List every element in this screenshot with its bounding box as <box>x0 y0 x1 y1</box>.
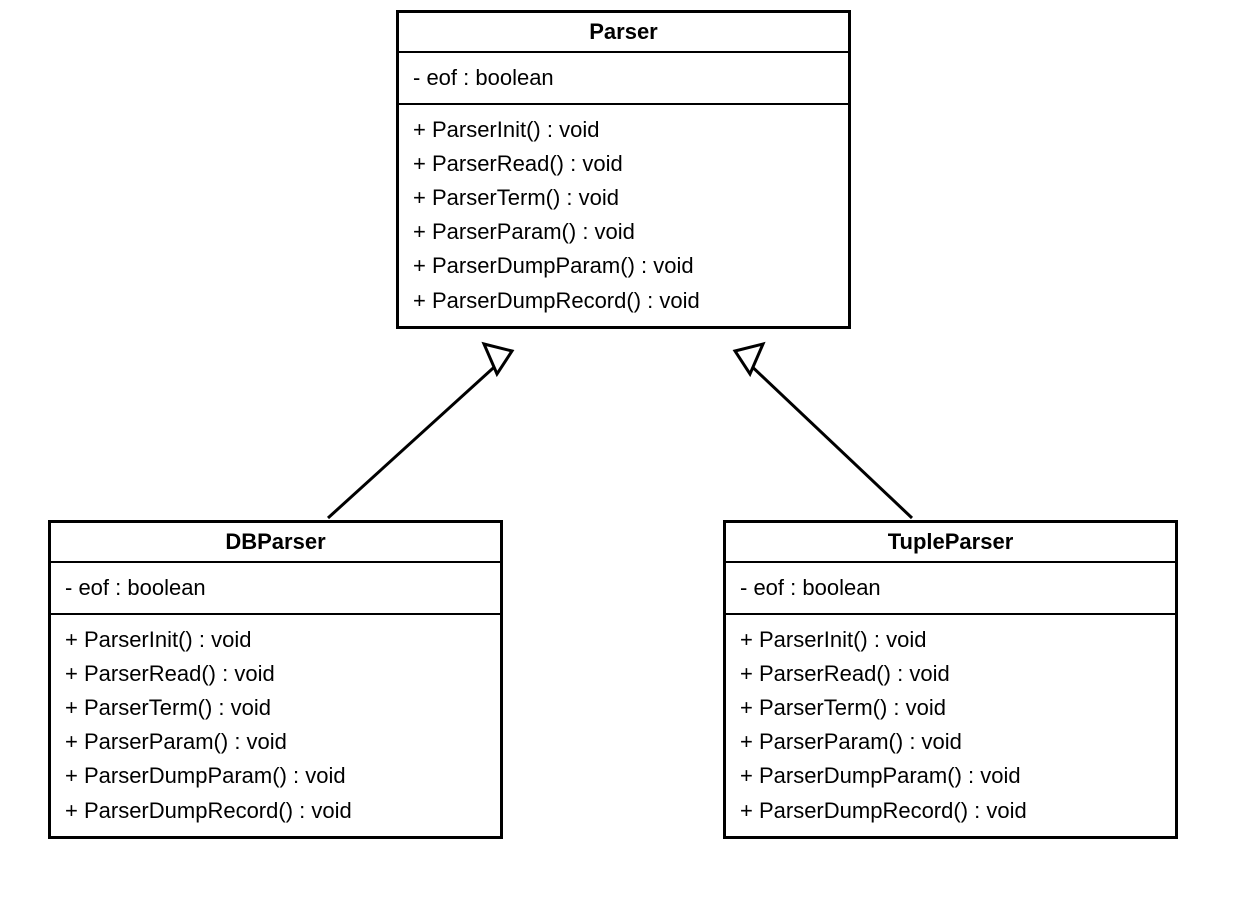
operation-row: + ParserRead() : void <box>413 147 834 181</box>
operation-row: + ParserParam() : void <box>413 215 834 249</box>
class-dbparser: DBParser - eof : boolean + ParserInit() … <box>48 520 503 839</box>
operation-row: + ParserTerm() : void <box>413 181 834 215</box>
class-tupleparser-name: TupleParser <box>726 523 1175 563</box>
operation-row: + ParserTerm() : void <box>740 691 1161 725</box>
generalization-arrowhead-icon <box>484 344 512 374</box>
generalization-dbparser-to-parser <box>328 344 512 518</box>
attribute-row: - eof : boolean <box>65 571 486 605</box>
class-dbparser-attributes: - eof : boolean <box>51 563 500 615</box>
class-parser-name: Parser <box>399 13 848 53</box>
generalization-arrowhead-icon <box>735 344 763 374</box>
operation-row: + ParserTerm() : void <box>65 691 486 725</box>
class-parser-operations: + ParserInit() : void + ParserRead() : v… <box>399 105 848 326</box>
operation-row: + ParserDumpRecord() : void <box>740 794 1161 828</box>
operation-row: + ParserRead() : void <box>740 657 1161 691</box>
class-parser: Parser - eof : boolean + ParserInit() : … <box>396 10 851 329</box>
class-dbparser-name: DBParser <box>51 523 500 563</box>
operation-row: + ParserInit() : void <box>740 623 1161 657</box>
class-parser-attributes: - eof : boolean <box>399 53 848 105</box>
class-tupleparser: TupleParser - eof : boolean + ParserInit… <box>723 520 1178 839</box>
attribute-row: - eof : boolean <box>740 571 1161 605</box>
operation-row: + ParserDumpParam() : void <box>413 249 834 283</box>
operation-row: + ParserInit() : void <box>413 113 834 147</box>
generalization-tupleparser-to-parser <box>735 344 912 518</box>
operation-row: + ParserRead() : void <box>65 657 486 691</box>
class-dbparser-operations: + ParserInit() : void + ParserRead() : v… <box>51 615 500 836</box>
operation-row: + ParserDumpRecord() : void <box>413 284 834 318</box>
class-tupleparser-attributes: - eof : boolean <box>726 563 1175 615</box>
attribute-row: - eof : boolean <box>413 61 834 95</box>
class-tupleparser-operations: + ParserInit() : void + ParserRead() : v… <box>726 615 1175 836</box>
operation-row: + ParserDumpParam() : void <box>740 759 1161 793</box>
operation-row: + ParserDumpRecord() : void <box>65 794 486 828</box>
operation-row: + ParserParam() : void <box>740 725 1161 759</box>
operation-row: + ParserInit() : void <box>65 623 486 657</box>
operation-row: + ParserDumpParam() : void <box>65 759 486 793</box>
operation-row: + ParserParam() : void <box>65 725 486 759</box>
